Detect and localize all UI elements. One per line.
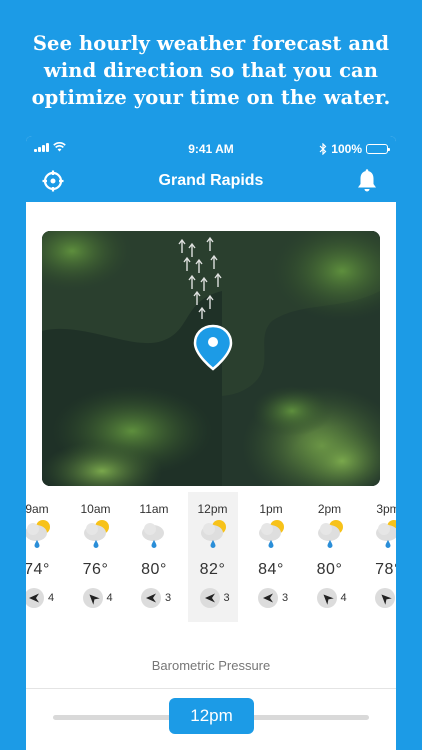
promo-line-1: See hourly weather forecast and bbox=[32, 32, 390, 55]
battery-icon bbox=[366, 144, 390, 154]
hour-temperature: 82° bbox=[199, 561, 226, 578]
satellite-image bbox=[42, 231, 380, 486]
hour-column[interactable]: 1pm 84° 3 bbox=[246, 492, 296, 622]
hour-column[interactable]: 9am 74° 4 bbox=[26, 492, 62, 622]
wind-speed: 3 bbox=[282, 592, 289, 604]
bell-icon[interactable] bbox=[356, 169, 378, 193]
wind-indicator: 3 bbox=[246, 588, 296, 608]
wind-direction-icon bbox=[26, 588, 44, 608]
hour-column[interactable]: 3pm 78° bbox=[363, 492, 396, 622]
hour-time-label: 3pm bbox=[376, 502, 396, 516]
promo-line-3: optimize your time on the water. bbox=[31, 86, 391, 109]
location-target-icon[interactable] bbox=[42, 170, 64, 192]
wind-speed: 3 bbox=[165, 592, 172, 604]
partly-cloudy-rain-icon bbox=[200, 520, 226, 548]
cloudy-rain-icon bbox=[142, 523, 164, 548]
wind-direction-icon bbox=[258, 588, 278, 608]
wind-direction-icon bbox=[316, 588, 337, 608]
hour-time-label: 2pm bbox=[317, 502, 342, 516]
hour-temperature: 80° bbox=[316, 561, 343, 578]
hour-temperature: 84° bbox=[258, 561, 284, 578]
time-slider-thumb[interactable]: 12pm bbox=[169, 698, 254, 734]
wind-direction-icon bbox=[82, 588, 103, 608]
partly-cloudy-rain-icon bbox=[26, 520, 50, 548]
hour-time-label: 1pm bbox=[259, 502, 283, 516]
hour-temperature: 76° bbox=[82, 561, 109, 578]
hour-temperature: 74° bbox=[26, 561, 50, 578]
partly-cloudy-rain-icon bbox=[259, 520, 284, 548]
nav-bar: Grand Rapids bbox=[26, 160, 396, 202]
wind-indicator: 4 bbox=[71, 588, 121, 608]
wind-indicator: 4 bbox=[26, 588, 62, 608]
hour-column[interactable]: 12pm 82° 3 bbox=[187, 492, 238, 622]
partly-cloudy-rain-icon bbox=[376, 520, 396, 548]
hour-time-label: 9am bbox=[26, 502, 49, 516]
promo-headline: See hourly weather forecast and wind dir… bbox=[0, 30, 422, 111]
partly-cloudy-rain-icon bbox=[317, 520, 343, 548]
wind-speed: 3 bbox=[223, 592, 230, 604]
satellite-map[interactable] bbox=[42, 231, 380, 486]
hour-column[interactable]: 10am 76° 4 bbox=[71, 492, 121, 622]
hour-time-label: 12pm bbox=[197, 502, 228, 516]
wind-direction-icon bbox=[375, 588, 395, 608]
hour-time-label: 11am bbox=[139, 502, 169, 516]
wind-direction-icon bbox=[199, 588, 220, 608]
wind-speed: 4 bbox=[340, 592, 347, 604]
wind-indicator: 3 bbox=[188, 588, 238, 608]
page-title: Grand Rapids bbox=[158, 172, 264, 189]
hour-time-label: 10am bbox=[80, 502, 111, 516]
hour-column[interactable]: 2pm 80° 4 bbox=[305, 492, 355, 622]
promo-line-2: wind direction so that you can bbox=[43, 59, 379, 82]
status-right: 100% bbox=[319, 142, 390, 156]
wind-indicator bbox=[363, 588, 396, 608]
wind-speed: 4 bbox=[106, 592, 113, 604]
partly-cloudy-rain-icon bbox=[83, 520, 109, 548]
hour-temperature: 78° bbox=[375, 561, 396, 578]
status-bar: 9:41 AM 100% bbox=[26, 136, 396, 160]
hour-column[interactable]: 11am 80° 3 bbox=[129, 492, 179, 622]
wind-indicator: 3 bbox=[129, 588, 179, 608]
hourly-forecast-strip[interactable]: 9am 74° 4 10am 76° 4 11am 80° 3 12pm 82° 3 1pm 84° 3 2p… bbox=[26, 492, 396, 622]
wind-speed: 4 bbox=[48, 592, 55, 604]
bluetooth-icon bbox=[319, 143, 327, 155]
wind-direction-icon bbox=[141, 588, 161, 608]
battery-percent: 100% bbox=[331, 142, 362, 156]
wind-indicator: 4 bbox=[305, 588, 355, 608]
barometric-pressure-title: Barometric Pressure bbox=[151, 658, 271, 673]
hour-temperature: 80° bbox=[141, 561, 167, 578]
phone-screen: 9:41 AM 100% Grand Rapids 9am 74° 4 10am… bbox=[26, 136, 396, 750]
divider bbox=[26, 688, 396, 689]
